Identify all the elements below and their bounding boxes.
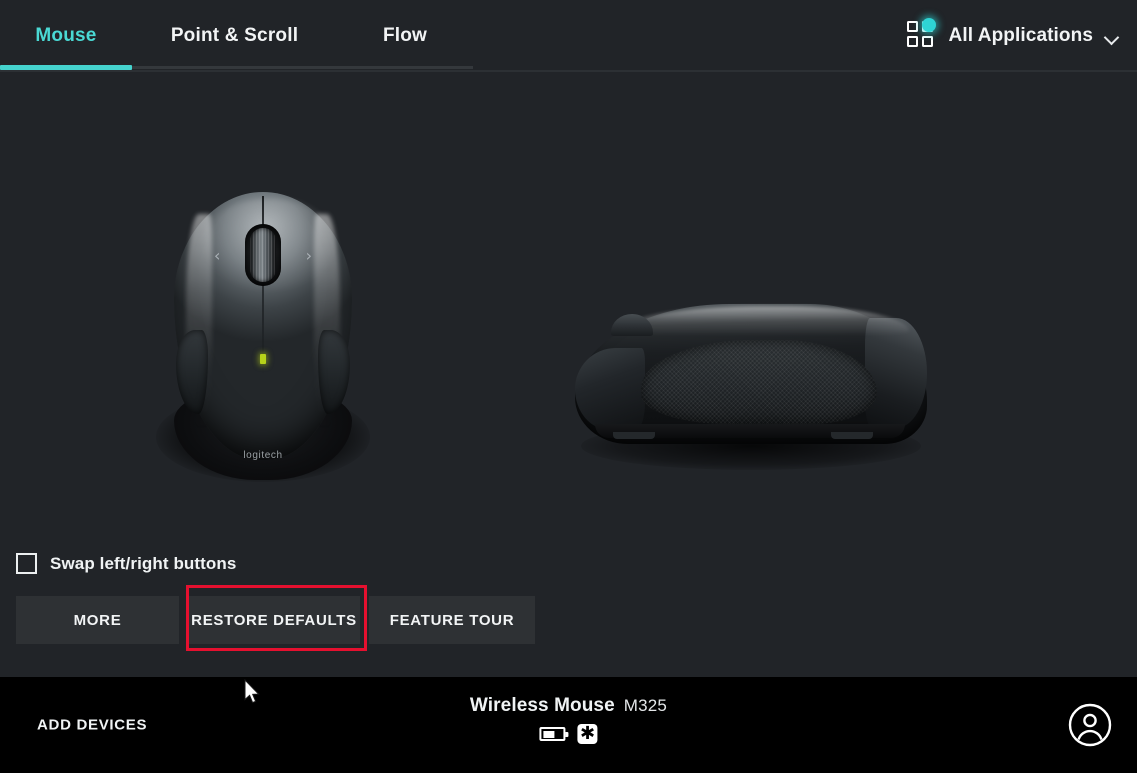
mouse-side-grip-texture <box>641 340 877 424</box>
tab-flow-label: Flow <box>382 25 428 46</box>
mouse-side-tail <box>575 348 645 430</box>
logitech-options-window: Mouse Point & Scroll Flow All Applicatio… <box>0 0 1137 773</box>
unifying-receiver-icon: ✱ <box>577 722 598 744</box>
feature-tour-button[interactable]: FEATURE TOUR <box>369 596 535 644</box>
apps-grid-icon <box>906 18 937 51</box>
mouse-side-view <box>575 304 927 470</box>
mouse-foot-right <box>831 432 873 439</box>
tilt-left-arrow-icon: ‹ <box>214 246 221 265</box>
tab-bar: Mouse Point & Scroll Flow <box>0 0 473 72</box>
logitech-brand-text: logitech <box>243 450 283 461</box>
mouse-top-body: ‹ › <box>174 192 352 460</box>
grid-square-top-left <box>906 21 918 32</box>
tab-rail <box>132 66 473 69</box>
action-button-row: MORE RESTORE DEFAULTS FEATURE TOUR <box>16 596 535 644</box>
bottom-bar: ADD DEVICES Wireless Mouse M325 ✱ <box>0 677 1137 773</box>
grid-square-bottom-left <box>906 36 918 47</box>
add-devices-button[interactable]: ADD DEVICES <box>37 717 147 734</box>
mouse-top-view: ‹ › logitech <box>156 192 370 482</box>
mouse-side-top-highlight <box>619 306 909 336</box>
scroll-wheel <box>250 228 276 282</box>
battery-fill <box>542 730 554 738</box>
device-info[interactable]: Wireless Mouse M325 ✱ <box>470 695 667 744</box>
all-applications-selector[interactable]: All Applications <box>906 0 1119 72</box>
device-model: M325 <box>623 696 668 715</box>
mouse-side-body <box>575 304 927 444</box>
device-status-icons: ✱ <box>539 722 598 744</box>
tab-point-and-scroll[interactable]: Point & Scroll <box>132 0 337 72</box>
tab-point-and-scroll-label: Point & Scroll <box>170 25 299 46</box>
tab-flow[interactable]: Flow <box>337 0 473 72</box>
account-circle-icon[interactable] <box>1067 702 1113 748</box>
swap-buttons-label: Swap left/right buttons <box>50 553 237 573</box>
restore-defaults-button[interactable]: RESTORE DEFAULTS <box>188 596 360 644</box>
all-applications-label: All Applications <box>948 25 1093 46</box>
unifying-glyph: ✱ <box>579 722 596 744</box>
mouse-side-grip-left <box>176 330 208 414</box>
mouse-foot-left <box>613 432 655 439</box>
battery-half-icon <box>539 727 569 741</box>
device-name: Wireless Mouse <box>469 695 615 716</box>
status-led <box>260 354 266 364</box>
device-name-row: Wireless Mouse M325 <box>470 695 667 717</box>
tilt-right-arrow-icon: › <box>305 246 312 265</box>
swap-buttons-checkbox[interactable] <box>16 553 37 574</box>
mouse-side-grip-right <box>318 330 350 414</box>
swap-buttons-row[interactable]: Swap left/right buttons <box>16 553 236 574</box>
tab-mouse[interactable]: Mouse <box>0 0 132 72</box>
notification-dot <box>921 18 936 32</box>
more-button[interactable]: MORE <box>16 596 179 644</box>
mouse-button-split <box>262 196 264 376</box>
tab-mouse-label: Mouse <box>35 25 97 46</box>
chevron-down-icon <box>1105 32 1119 41</box>
grid-square-bottom-right <box>921 36 933 47</box>
main-content: ‹ › logitech Swap left/right buttons MOR… <box>0 72 1137 677</box>
app-header: Mouse Point & Scroll Flow All Applicatio… <box>0 0 1137 72</box>
